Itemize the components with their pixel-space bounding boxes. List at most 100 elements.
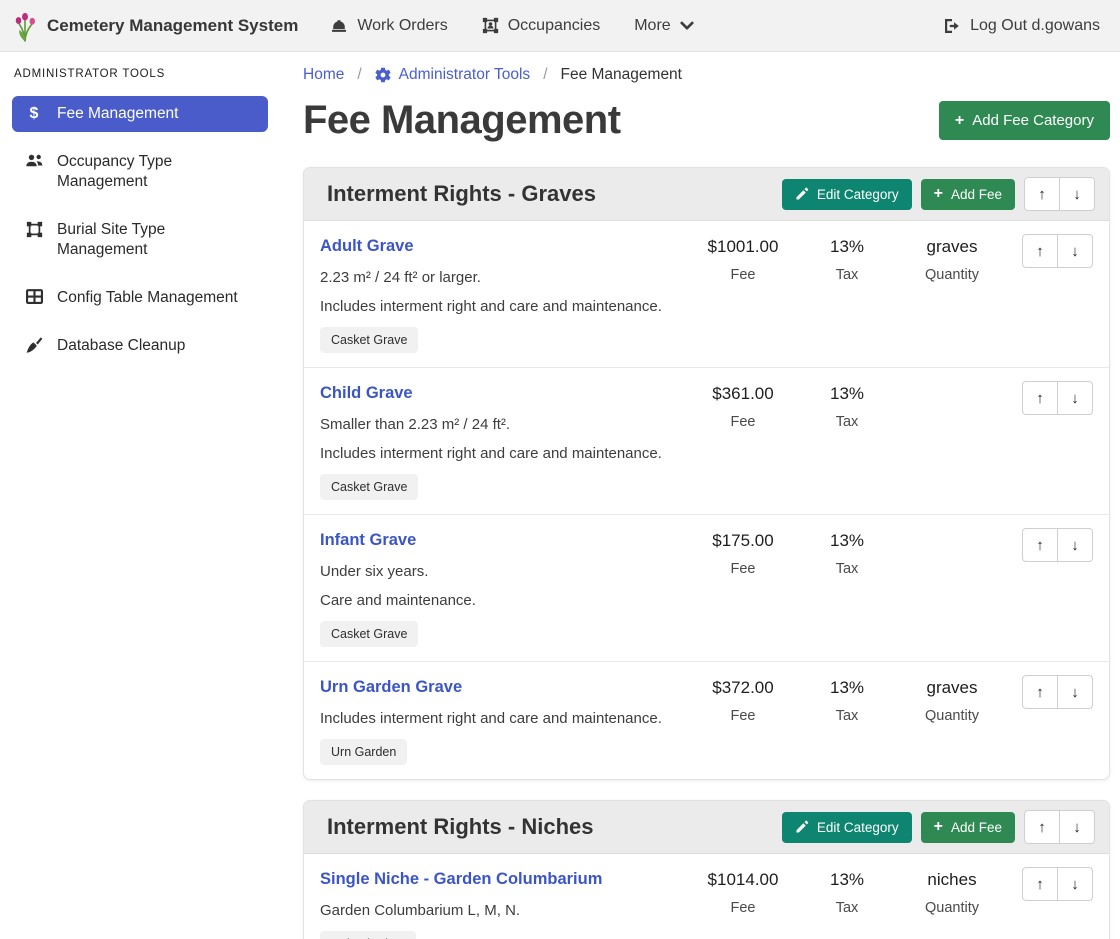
pencil-icon [795, 187, 809, 201]
breadcrumb-item-fee-management: Fee Management [561, 66, 683, 84]
fee-description: 2.23 m² / 24 ft² or larger. [320, 268, 680, 287]
add-fee-button[interactable]: + Add Fee [921, 812, 1015, 843]
fee-amount: $175.00 [688, 529, 798, 553]
fee-description: Smaller than 2.23 m² / 24 ft². [320, 415, 680, 434]
move-fee-up-button[interactable]: ↑ [1022, 528, 1058, 562]
chevron-down-icon [680, 21, 694, 31]
breadcrumb-item-home[interactable]: Home [303, 66, 344, 84]
tax-percent: 13% [798, 235, 896, 259]
fee-categories: Interment Rights - Graves Edit Category … [303, 167, 1110, 939]
gear-icon [375, 67, 391, 83]
tax-percent: 13% [798, 529, 896, 553]
breadcrumb-item-administrator-tools[interactable]: Administrator Tools [375, 66, 531, 84]
fee-name-link[interactable]: Infant Grave [320, 528, 416, 552]
category-title: Interment Rights - Niches [318, 814, 593, 840]
sidebar-item-database-cleanup[interactable]: Database Cleanup [12, 328, 268, 364]
category-header: Interment Rights - Graves Edit Category … [304, 168, 1109, 221]
fee-column-label: Fee [688, 267, 798, 283]
fee-type-badge: Casket Grave [320, 327, 418, 353]
tax-percent: 13% [798, 676, 896, 700]
move-category-up-button[interactable]: ↑ [1024, 177, 1060, 211]
move-fee-down-button[interactable]: ↓ [1057, 528, 1093, 562]
move-category-up-button[interactable]: ↑ [1024, 810, 1060, 844]
sidebar-nav: $ Fee Management Occupancy Type Manageme… [12, 96, 268, 364]
fee-name-link[interactable]: Urn Garden Grave [320, 675, 462, 699]
move-fee-down-button[interactable]: ↓ [1057, 675, 1093, 709]
tax-column-label: Tax [798, 708, 896, 724]
fee-name-link[interactable]: Single Niche - Garden Columbarium [320, 867, 602, 891]
fee-row: Single Niche - Garden Columbarium Garden… [304, 854, 1109, 939]
hard-hat-icon [330, 18, 348, 34]
breadcrumb: Home / Administrator Tools / Fee Management [303, 66, 1110, 84]
move-fee-up-button[interactable]: ↑ [1022, 234, 1058, 268]
main-nav: Work Orders Occupancies More [330, 17, 693, 35]
fee-column-label: Fee [688, 900, 798, 916]
plus-icon: + [934, 820, 943, 834]
move-fee-up-button[interactable]: ↑ [1022, 675, 1058, 709]
nav-item-more[interactable]: More [634, 17, 693, 35]
fee-column-label: Fee [688, 414, 798, 430]
quantity-column-label: Quantity [896, 708, 1008, 724]
fee-category-card: Interment Rights - Niches Edit Category … [303, 800, 1110, 939]
page-header: Fee Management + Add Fee Category [303, 98, 1110, 143]
broom-icon [24, 337, 44, 354]
fee-name-link[interactable]: Child Grave [320, 381, 413, 405]
move-category-down-button[interactable]: ↓ [1059, 810, 1095, 844]
tax-column-label: Tax [798, 900, 896, 916]
fee-type-badge: Urn Garden [320, 739, 407, 765]
logout-link[interactable]: Log Out d.gowans [943, 17, 1100, 35]
fee-column-label: Fee [688, 561, 798, 577]
sidebar-heading: ADMINISTRATOR TOOLS [14, 68, 266, 80]
move-fee-down-button[interactable]: ↓ [1057, 234, 1093, 268]
tax-percent: 13% [798, 868, 896, 892]
add-fee-category-button[interactable]: + Add Fee Category [939, 101, 1110, 140]
fee-description: Under six years. [320, 562, 680, 581]
breadcrumb-separator: / [357, 66, 361, 84]
nav-item-work-orders[interactable]: Work Orders [330, 17, 447, 35]
quantity-column-label: Quantity [896, 900, 1008, 916]
fee-column-label: Fee [688, 708, 798, 724]
fee-name-link[interactable]: Adult Grave [320, 234, 414, 258]
occupancy-frame-icon [482, 17, 499, 34]
sign-out-icon [943, 18, 961, 34]
fee-row: Infant Grave Under six years. Care and ma… [304, 514, 1109, 661]
main-content: Home / Administrator Tools / Fee Management … [280, 52, 1120, 939]
tax-percent: 13% [798, 382, 896, 406]
sidebar-item-fee-management[interactable]: $ Fee Management [12, 96, 268, 132]
edit-category-button[interactable]: Edit Category [782, 812, 912, 843]
breadcrumb-separator: / [543, 66, 547, 84]
fee-type-badge: Casket Grave [320, 474, 418, 500]
fee-amount: $361.00 [688, 382, 798, 406]
sidebar-item-config-table-management[interactable]: Config Table Management [12, 280, 268, 316]
add-fee-category-label: Add Fee Category [972, 112, 1094, 129]
move-fee-up-button[interactable]: ↑ [1022, 867, 1058, 901]
plus-icon: + [955, 114, 964, 128]
fee-type-badge: Columbarium [320, 931, 416, 939]
edit-category-button[interactable]: Edit Category [782, 179, 912, 210]
add-fee-button[interactable]: + Add Fee [921, 179, 1015, 210]
category-header: Interment Rights - Niches Edit Category … [304, 801, 1109, 854]
move-fee-down-button[interactable]: ↓ [1057, 381, 1093, 415]
fee-description: Includes interment right and care and ma… [320, 444, 680, 463]
fee-type-badge: Casket Grave [320, 621, 418, 647]
fee-amount: $1014.00 [688, 868, 798, 892]
page-title: Fee Management [303, 98, 621, 143]
fee-description: Includes interment right and care and ma… [320, 297, 680, 316]
tax-column-label: Tax [798, 414, 896, 430]
sidebar-item-burial-site-type-management[interactable]: Burial Site Type Management [12, 212, 268, 268]
nav-item-occupancies[interactable]: Occupancies [482, 17, 601, 35]
move-fee-up-button[interactable]: ↑ [1022, 381, 1058, 415]
move-fee-down-button[interactable]: ↓ [1057, 867, 1093, 901]
users-icon [24, 153, 44, 168]
table-icon [24, 289, 44, 304]
fee-category-card: Interment Rights - Graves Edit Category … [303, 167, 1110, 780]
sidebar-item-occupancy-type-management[interactable]: Occupancy Type Management [12, 144, 268, 200]
fee-amount: $372.00 [688, 676, 798, 700]
quantity-column-label: Quantity [896, 267, 1008, 283]
vector-square-icon [24, 221, 44, 238]
move-category-down-button[interactable]: ↓ [1059, 177, 1095, 211]
fee-description: Care and maintenance. [320, 591, 680, 610]
brand[interactable]: Cemetery Management System [12, 9, 298, 43]
fee-row: Child Grave Smaller than 2.23 m² / 24 ft… [304, 367, 1109, 514]
plus-icon: + [934, 187, 943, 201]
